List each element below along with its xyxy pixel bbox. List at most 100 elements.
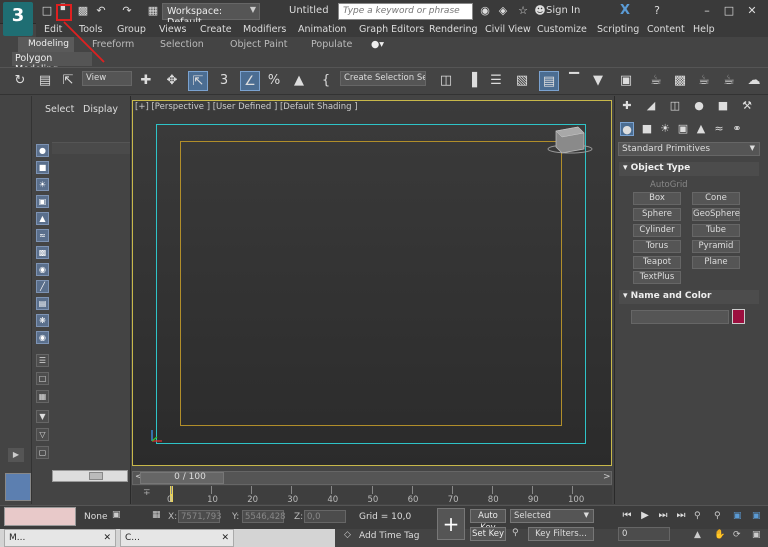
scene-explorer-icon[interactable]: ▧ <box>512 71 532 91</box>
modify-tab-icon[interactable]: ◢ <box>644 99 658 113</box>
angle-snap-icon[interactable]: ∠ <box>240 71 260 91</box>
menu-modifiers[interactable]: Modifiers <box>243 24 286 35</box>
menu-views[interactable]: Views <box>159 24 187 35</box>
render-setup-icon[interactable]: ☕ <box>646 71 666 91</box>
expand-arrow-icon[interactable]: ▶ <box>8 448 24 462</box>
spacewarps-filter-icon[interactable]: ≈ <box>36 229 49 242</box>
cameras-filter-icon[interactable]: ▣ <box>36 195 49 208</box>
set-key-button[interactable]: Set Key <box>470 527 506 541</box>
utilities-tab-icon[interactable]: ⚒ <box>740 99 754 113</box>
project-folder-icon[interactable]: ▦ <box>146 4 160 18</box>
pyramid-button[interactable]: Pyramid <box>692 240 740 253</box>
field-of-view-icon[interactable]: ▲ <box>694 530 701 540</box>
zoom-extents-all-icon[interactable]: ▣ <box>752 511 761 521</box>
menu-edit[interactable]: Edit <box>44 24 62 35</box>
geometry-filter-icon[interactable]: ● <box>36 144 49 157</box>
select-and-place-icon[interactable]: ⇱ <box>188 71 208 91</box>
auto-key-button[interactable]: Auto Key <box>470 509 506 533</box>
star-icon[interactable]: ☆ <box>516 4 530 18</box>
helpers-icon[interactable]: ▲ <box>694 122 708 136</box>
helpers-filter-icon[interactable]: ▲ <box>36 212 49 225</box>
maxscript-listener[interactable] <box>4 507 76 526</box>
shapes-icon[interactable]: ■ <box>640 122 654 136</box>
absolute-mode-icon[interactable]: ▦ <box>152 510 161 520</box>
name-and-color-rollout[interactable]: ▾ Name and Color <box>619 290 759 304</box>
box-button[interactable]: Box <box>633 192 681 205</box>
menu-group[interactable]: Group <box>117 24 146 35</box>
taskbar-item-max[interactable]: M... ✕ <box>4 529 116 547</box>
workspace-select[interactable]: Workspace: Default▼ <box>162 3 260 28</box>
zoom-icon[interactable]: ⚲ <box>694 511 701 521</box>
containers-filter-icon[interactable]: ▤ <box>36 297 49 310</box>
display-tab-icon[interactable]: ■ <box>716 99 730 113</box>
menu-civil-view[interactable]: Civil View <box>485 24 531 35</box>
spacewarps-icon[interactable]: ≈ <box>712 122 726 136</box>
sort-icon[interactable]: ▼ <box>36 410 49 423</box>
lock-selection-icon[interactable]: ▣ <box>112 510 121 520</box>
render-production-icon[interactable]: ☕ <box>694 71 714 91</box>
object-color-swatch[interactable] <box>732 309 745 324</box>
menu-animation[interactable]: Animation <box>298 24 346 35</box>
torus-button[interactable]: Torus <box>633 240 681 253</box>
tab-freeform[interactable]: Freeform <box>92 39 134 50</box>
x-coordinate-field[interactable]: 7571,793 <box>178 510 222 523</box>
invert-display-icon[interactable]: ▦ <box>36 390 49 403</box>
display-all-icon[interactable]: ☰ <box>36 354 49 367</box>
motion-tab-icon[interactable]: ● <box>692 99 706 113</box>
orbit-icon[interactable]: ⟳ <box>733 530 741 540</box>
tab-object-paint[interactable]: Object Paint <box>230 39 287 50</box>
cameras-icon[interactable]: ▣ <box>676 122 690 136</box>
rendered-frame-window-icon[interactable]: ▩ <box>670 71 690 91</box>
z-coordinate-field[interactable]: 0,0 <box>304 510 346 523</box>
edit-named-selection-icon[interactable]: { <box>316 71 336 91</box>
close-icon[interactable]: ✕ <box>745 4 759 18</box>
object-type-rollout[interactable]: ▾ Object Type <box>619 162 759 176</box>
hierarchy-tab-icon[interactable]: ◫ <box>668 99 682 113</box>
menu-graph-editors[interactable]: Graph Editors <box>359 24 424 35</box>
binoculars-icon[interactable]: ◉ <box>478 4 492 18</box>
mirror-icon[interactable]: ◫ <box>436 71 456 91</box>
new-file-icon[interactable]: □ <box>40 4 54 18</box>
percent-snap-icon[interactable]: % <box>264 71 284 91</box>
scene-explorer-scrollbar[interactable] <box>52 470 128 482</box>
move-icon[interactable]: ✥ <box>162 71 182 91</box>
render-iterative-icon[interactable]: ☕ <box>719 71 739 91</box>
lock-icon[interactable]: ▢ <box>36 446 49 459</box>
search-input[interactable]: Type a keyword or phrase <box>338 3 473 20</box>
ribbon-options-icon[interactable]: ●▾ <box>371 39 384 50</box>
close-icon[interactable]: ✕ <box>221 530 229 546</box>
spinner-snap-icon[interactable]: ▲ <box>289 71 309 91</box>
plane-button[interactable]: Plane <box>692 256 740 269</box>
sphere-button[interactable]: Sphere <box>633 208 681 221</box>
key-selection-select[interactable]: Selected ▼ <box>510 509 594 523</box>
zoom-extents-icon[interactable]: ▣ <box>733 511 742 521</box>
scrollbar-thumb[interactable] <box>89 472 103 480</box>
tab-modeling[interactable]: Modeling <box>18 37 74 53</box>
viewport-label[interactable]: [+] [Perspective ] [User Defined ] [Defa… <box>135 102 358 112</box>
menu-content[interactable]: Content <box>647 24 685 35</box>
y-coordinate-field[interactable]: 5546,428 <box>242 510 286 523</box>
lights-filter-icon[interactable]: ☀ <box>36 178 49 191</box>
primitive-category-select[interactable]: Standard Primitives ▼ <box>618 142 760 156</box>
named-selection-set-select[interactable]: Create Selection Se <box>340 71 426 86</box>
menu-create[interactable]: Create <box>200 24 232 35</box>
user-icon[interactable]: ☻ <box>533 4 547 18</box>
tube-button[interactable]: Tube <box>692 224 740 237</box>
current-frame-field[interactable]: 0 <box>618 527 670 541</box>
lights-icon[interactable]: ☀ <box>658 122 672 136</box>
help-icon[interactable]: ? <box>650 4 664 18</box>
cone-button[interactable]: Cone <box>692 192 740 205</box>
textplus-button[interactable]: TextPlus <box>633 271 681 284</box>
material-editor-icon[interactable]: ▣ <box>616 71 636 91</box>
menu-scripting[interactable]: Scripting <box>597 24 639 35</box>
align-icon[interactable]: ▐ <box>462 71 482 91</box>
autogrid-checkbox[interactable]: AutoGrid <box>650 180 688 190</box>
tab-selection[interactable]: Selection <box>160 39 204 50</box>
viewcube[interactable] <box>546 125 594 155</box>
maximize-viewport-icon[interactable]: ▣ <box>752 530 761 540</box>
reference-coordinate-select[interactable]: View <box>82 71 132 86</box>
add-time-tag-button[interactable]: Add Time Tag <box>359 531 419 541</box>
pan-icon[interactable]: ✋ <box>714 530 725 540</box>
scene-explorer-row[interactable] <box>52 142 130 154</box>
minimize-icon[interactable]: – <box>700 4 714 18</box>
